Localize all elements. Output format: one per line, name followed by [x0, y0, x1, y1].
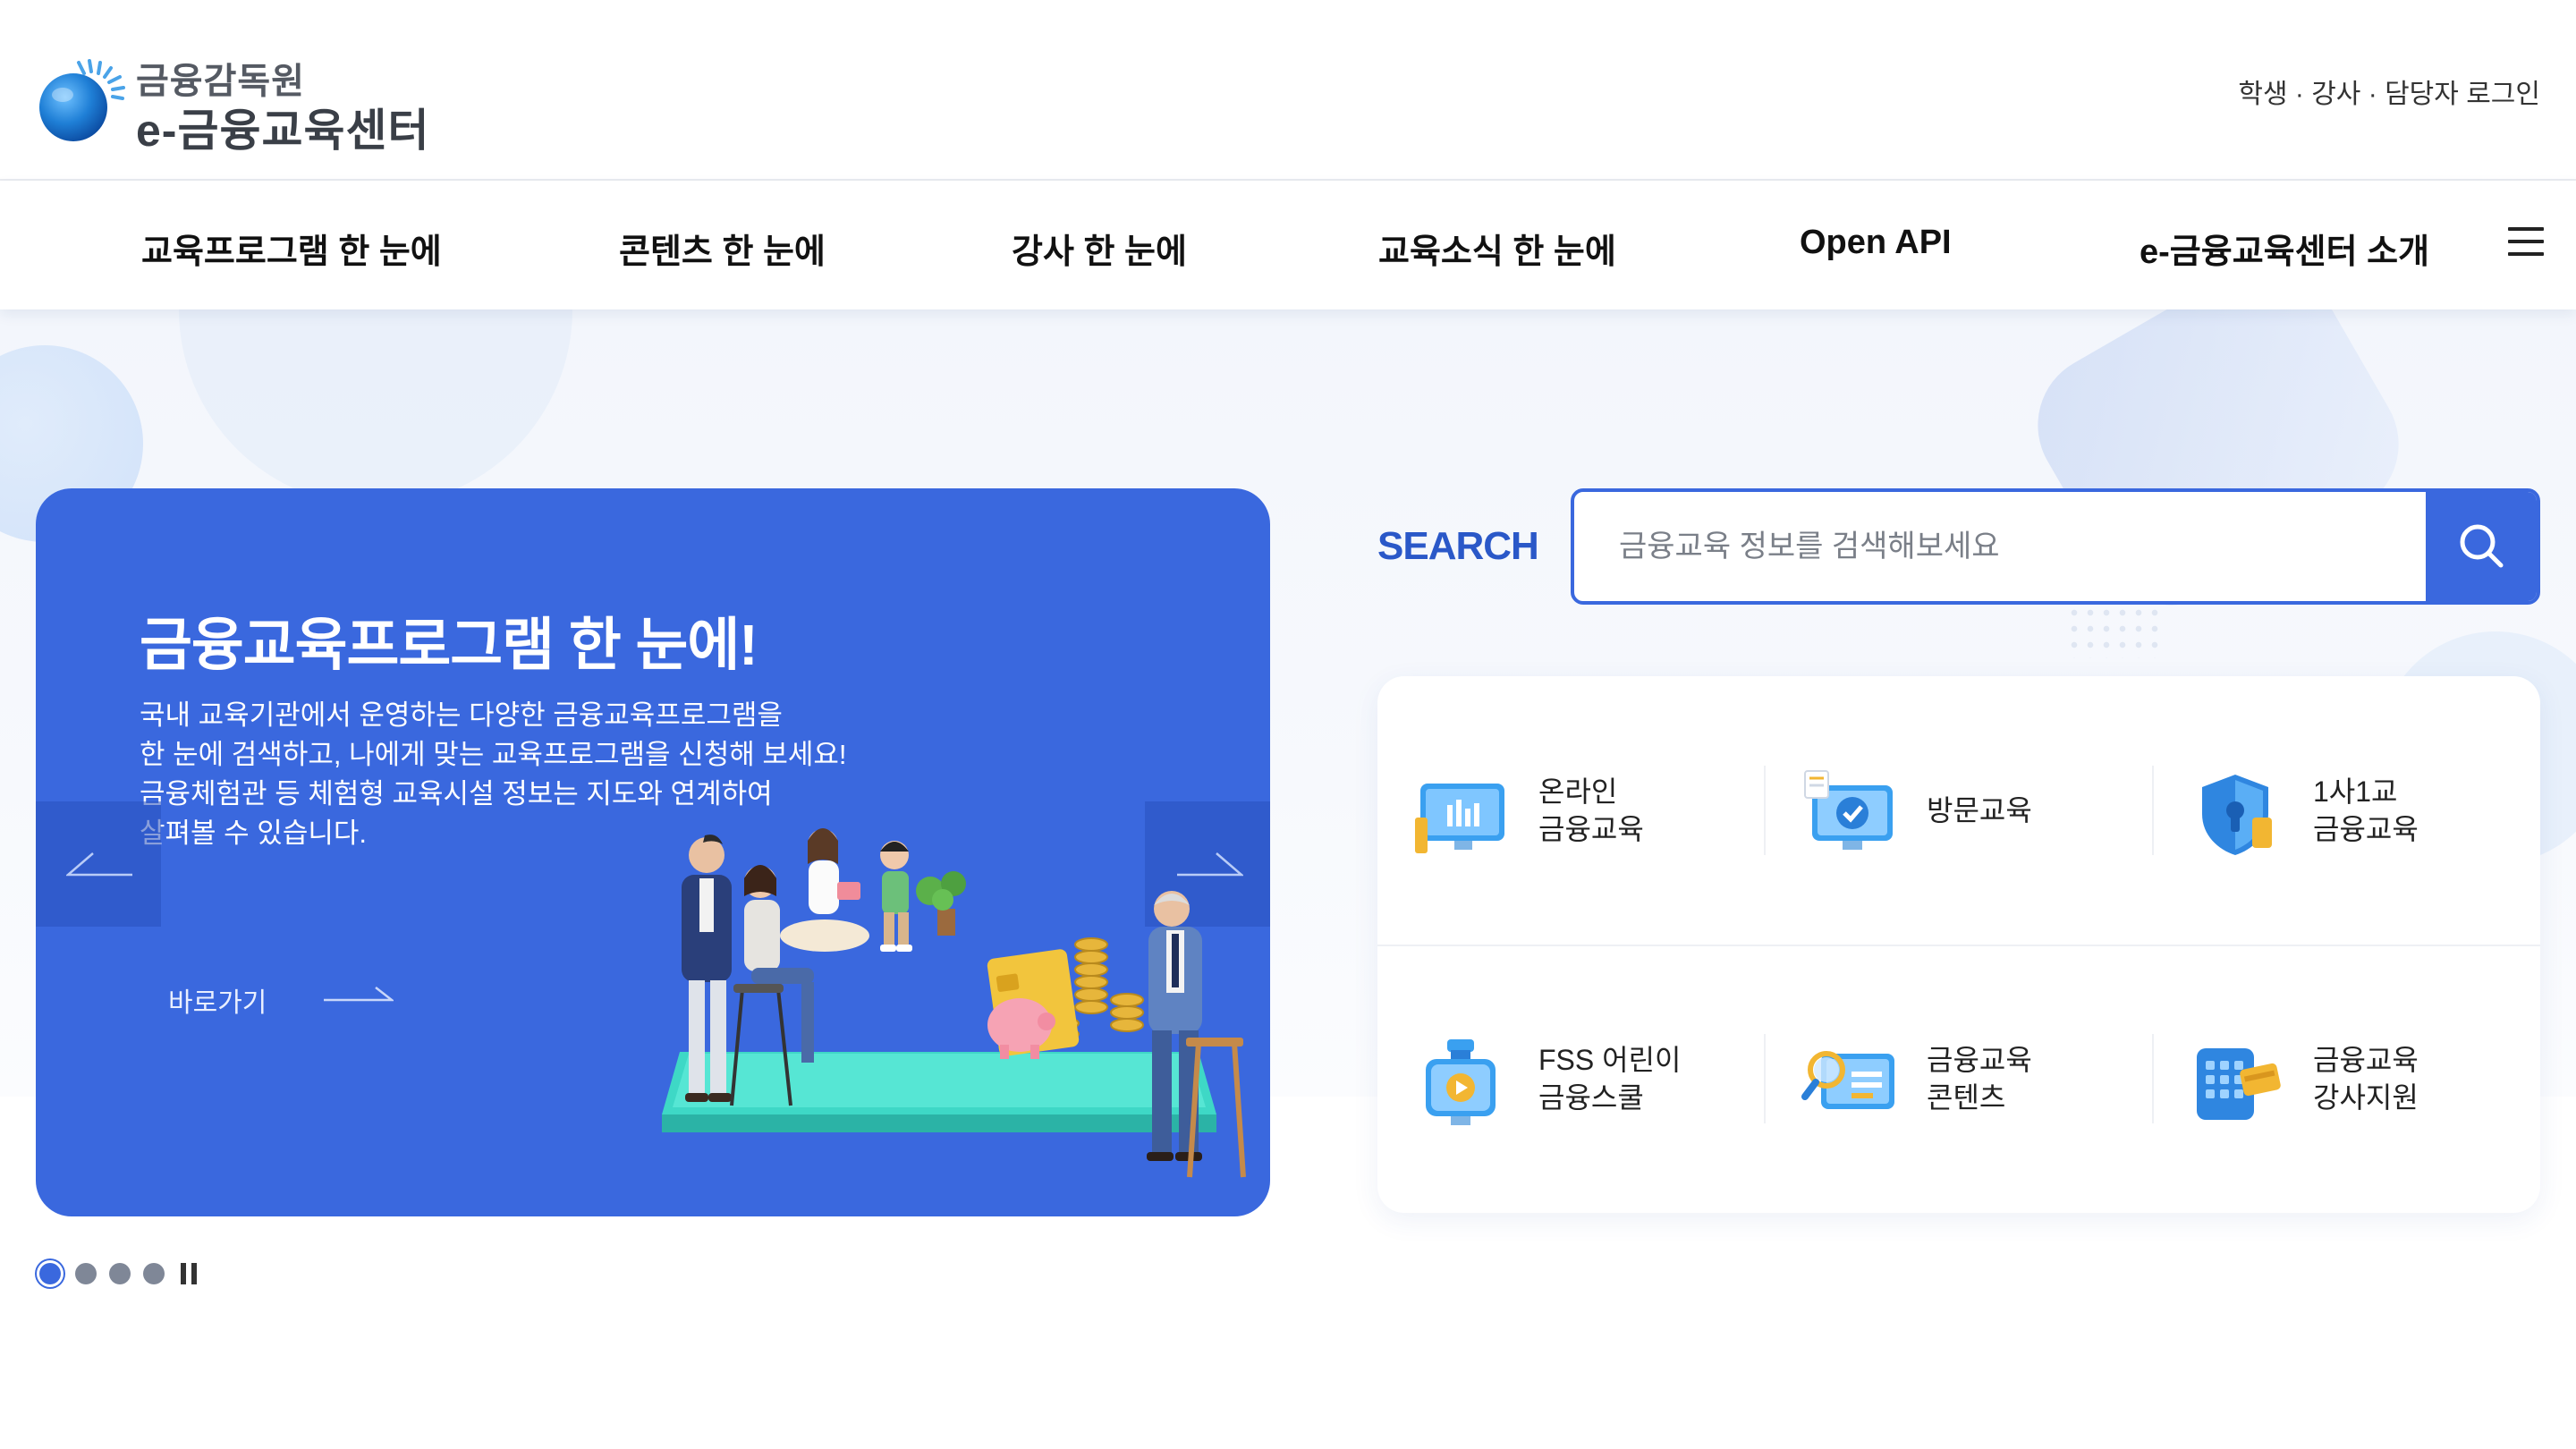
hamburger-menu-icon[interactable]	[2508, 227, 2544, 259]
quick-item-label-line: 강사지원	[2313, 1081, 2419, 1114]
arrow-right-icon[interactable]	[322, 984, 394, 1002]
logo-site-name: e-금융교육센터	[136, 106, 430, 156]
quick-item-label-line: 방문교육	[1927, 794, 2032, 826]
calculator-card-icon	[2197, 1048, 2281, 1120]
monitor-check-icon	[1804, 770, 1893, 850]
nav-item-news[interactable]: 교육소식 한 눈에	[1378, 224, 1616, 273]
quick-item-label-line: 온라인	[1538, 775, 1618, 808]
quick-item-fss-kids-school[interactable]: FSS 어린이 금융스쿨	[1377, 1016, 1735, 1141]
quick-item-label-line: 1사1교	[2313, 775, 2398, 808]
nav-item-instructors[interactable]: 강사 한 눈에	[1012, 224, 1187, 273]
decorative-dots	[2066, 605, 2165, 658]
divider	[1377, 945, 2540, 946]
quick-item-label-line: FSS 어린이	[1538, 1044, 1682, 1076]
quick-item-label-line: 금융교육	[2313, 1044, 2419, 1076]
globe-logo-icon	[39, 59, 125, 141]
search-icon	[2460, 524, 2504, 568]
quick-item-label: 1사1교 금융교육	[2313, 748, 2419, 873]
banner-description-line: 금융체험관 등 체험형 교육시설 정보는 지도와 연계하여	[140, 778, 773, 809]
nav-item-contents[interactable]: 콘텐츠 한 눈에	[619, 224, 826, 273]
pagination-dot-3[interactable]	[109, 1263, 131, 1284]
quick-item-label: 방문교육	[1927, 748, 2032, 873]
search-box	[1571, 488, 2540, 605]
pause-icon[interactable]	[179, 1263, 199, 1284]
banner-title: 금융교육프로그램 한 눈에!	[140, 613, 758, 677]
banner-prev-button[interactable]	[36, 801, 161, 927]
quick-item-label-line: 금융교육	[1538, 813, 1644, 845]
banner-description-line: 국내 교육기관에서 운영하는 다양한 금융교육프로그램을	[140, 699, 783, 731]
arrow-left-icon	[66, 852, 132, 877]
quick-item-label: 금융교육 강사지원	[2313, 1016, 2419, 1141]
quick-item-instructor-support[interactable]: 금융교육 강사지원	[2152, 1016, 2510, 1141]
nav-item-programs[interactable]: 교육프로그램 한 눈에	[141, 224, 442, 273]
quick-item-label: 금융교육 콘텐츠	[1927, 1016, 2032, 1141]
quick-item-visit-education[interactable]: 방문교육	[1766, 748, 2123, 873]
quick-item-label-line: 금융교육	[2313, 813, 2419, 845]
pagination-dot-4[interactable]	[143, 1263, 165, 1284]
quick-item-label: 온라인 금융교육	[1538, 748, 1644, 873]
login-link[interactable]: 학생 · 강사 · 담당자 로그인	[2238, 72, 2540, 111]
quick-item-label-line: 금융교육	[1927, 1044, 2032, 1076]
nav-item-about[interactable]: e-금융교육센터 소개	[2140, 224, 2429, 273]
content-search-icon	[1801, 1051, 1894, 1109]
search-button[interactable]	[2426, 492, 2537, 601]
quick-item-online-education[interactable]: 온라인 금융교육	[1377, 748, 1735, 873]
quick-item-label: FSS 어린이 금융스쿨	[1538, 1016, 1681, 1141]
decorative-circle	[179, 309, 572, 506]
quick-item-one-company-one-school[interactable]: 1사1교 금융교육	[2152, 748, 2510, 873]
main-banner-slide: 금융교육프로그램 한 눈에! 국내 교육기관에서 운영하는 다양한 금융교육프로…	[36, 488, 1270, 1216]
quick-item-education-contents[interactable]: 금융교육 콘텐츠	[1766, 1016, 2123, 1141]
shield-lock-icon	[2202, 775, 2272, 855]
main-navigation: 교육프로그램 한 눈에 콘텐츠 한 눈에 강사 한 눈에 교육소식 한 눈에 O…	[0, 181, 2576, 309]
quick-item-label-line: 금융스쿨	[1538, 1081, 1644, 1114]
search-input[interactable]	[1574, 492, 2433, 601]
banner-go-link[interactable]: 바로가기	[168, 980, 267, 1020]
site-header: 금융감독원 e-금융교육센터 학생 · 강사 · 담당자 로그인	[0, 0, 2576, 181]
site-logo[interactable]: 금융감독원 e-금융교육센터	[36, 52, 428, 156]
quick-menu-panel: 온라인 금융교육 방문교육 1사1교 금융교육 FSS 어린이 금융스쿨 금융교…	[1377, 676, 2540, 1213]
nav-item-open-api[interactable]: Open API	[1800, 224, 1952, 262]
pagination-dot-1[interactable]	[39, 1263, 61, 1284]
search-label: SEARCH	[1377, 524, 1539, 568]
kids-video-icon	[1426, 1039, 1496, 1125]
monitor-chart-icon	[1415, 784, 1504, 853]
family-finance-illustration	[662, 828, 1246, 1178]
quick-item-label-line: 콘텐츠	[1927, 1081, 2006, 1114]
pagination-dot-2[interactable]	[75, 1263, 97, 1284]
banner-description-line: 한 눈에 검색하고, 나에게 맞는 교육프로그램을 신청해 보세요!	[140, 739, 847, 770]
